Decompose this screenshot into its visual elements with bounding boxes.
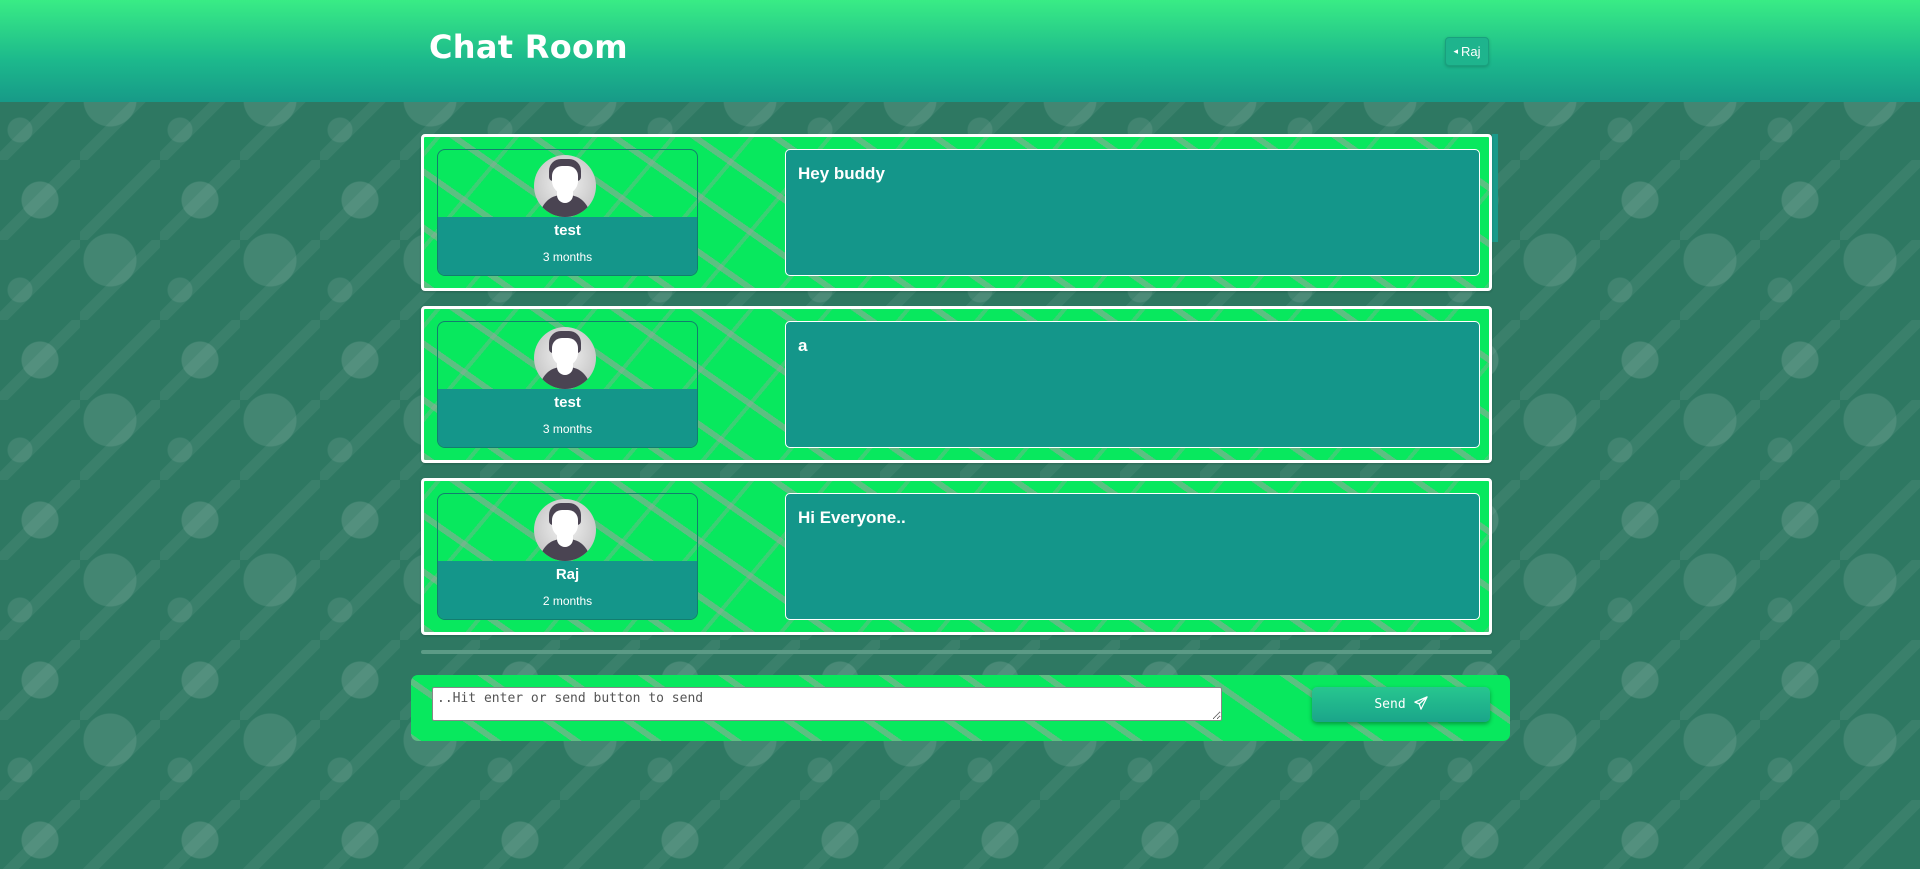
message-text: Hey buddy [785,149,1480,276]
page-title: Chat Room [429,28,628,66]
user-avatar-icon [534,155,596,217]
message-text: a [785,321,1480,448]
user-menu-button[interactable]: ◂ Raj [1445,37,1489,66]
author-name: Raj [555,566,580,583]
user-menu-label: Raj [1461,44,1481,59]
author-name: test [554,222,581,239]
user-avatar-icon [534,327,596,389]
message-author-panel: Raj 2 months [437,493,698,620]
message-card: test 3 months a [421,306,1492,463]
caret-left-icon: ◂ [1453,46,1458,56]
divider [421,650,1492,654]
message-card: test 3 months Hey buddy [421,134,1492,291]
send-label: Send [1374,697,1406,712]
user-avatar-icon [534,499,596,561]
message-card: Raj 2 months Hi Everyone.. [421,478,1492,635]
message-input[interactable] [432,687,1222,721]
message-time: 2 months [542,594,593,608]
paper-plane-icon [1413,695,1428,714]
message-time: 3 months [542,422,593,436]
message-time: 3 months [542,250,593,264]
message-list[interactable]: test 3 months Hey buddy test 3 months a … [419,134,1498,654]
author-name: test [554,394,581,411]
scrollbar[interactable] [1492,134,1498,242]
send-button[interactable]: Send [1312,687,1490,722]
composer-bar: Send [411,675,1510,741]
header: Chat Room ◂ Raj [0,0,1920,102]
message-author-panel: test 3 months [437,321,698,448]
message-author-panel: test 3 months [437,149,698,276]
message-text: Hi Everyone.. [785,493,1480,620]
